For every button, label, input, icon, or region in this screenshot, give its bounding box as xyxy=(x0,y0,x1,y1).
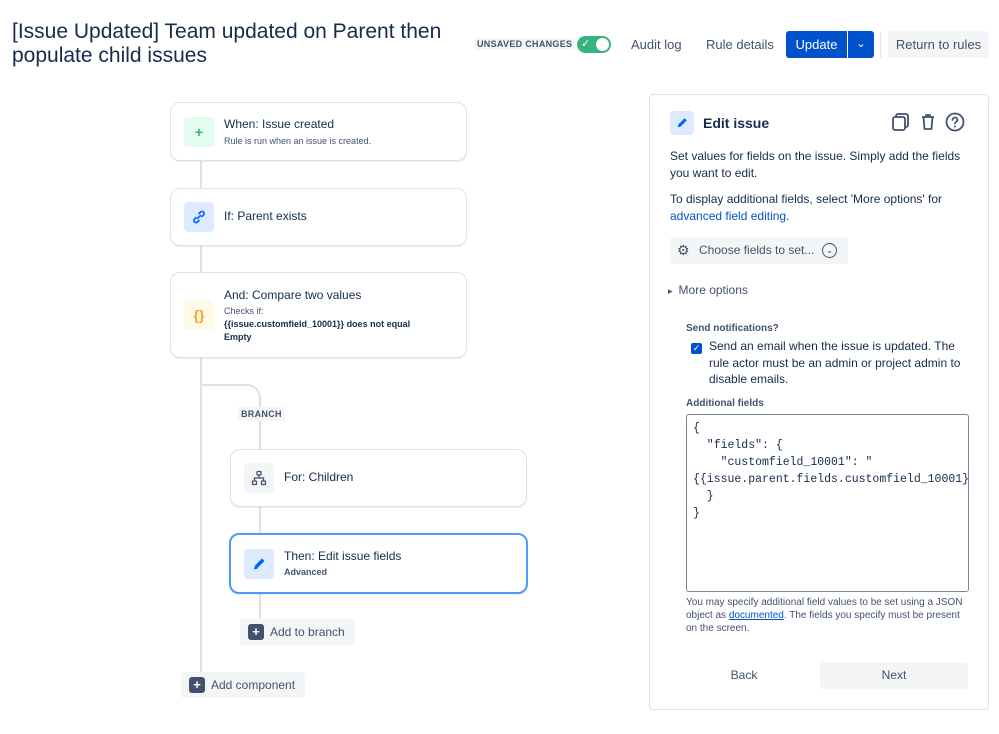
help-icon[interactable] xyxy=(944,111,966,133)
panel-description: Set values for fields on the issue. Simp… xyxy=(670,149,961,180)
connector-line xyxy=(259,592,261,620)
pencil-icon xyxy=(670,111,694,135)
add-component-label: Add component xyxy=(211,678,296,692)
trash-icon[interactable] xyxy=(917,111,939,133)
back-button[interactable]: Back xyxy=(670,662,818,689)
add-to-branch-label: Add to branch xyxy=(270,625,345,639)
rule-details-button[interactable]: Rule details xyxy=(696,31,784,58)
connector-line xyxy=(259,506,261,534)
display-text-2: . xyxy=(786,208,790,223)
chevron-right-icon: ▸ xyxy=(668,286,673,296)
branch-title: For: Children xyxy=(284,470,354,484)
compare-checks-value: {{issue.customfield_10001}} does not equ… xyxy=(224,319,411,329)
panel-title: Edit issue xyxy=(703,115,770,131)
check-icon: ✓ xyxy=(581,38,591,50)
header-divider xyxy=(880,31,881,58)
toggle-knob xyxy=(596,38,609,51)
plus-icon: + xyxy=(248,624,264,640)
action-title: Then: Edit issue fields xyxy=(284,549,402,563)
plus-icon: + xyxy=(189,677,205,693)
page-title: [Issue Updated] Team updated on Parent t… xyxy=(12,20,442,67)
additional-fields-help: You may specify additional field values … xyxy=(686,596,972,635)
send-notifications-checkbox[interactable]: ✓ xyxy=(691,343,702,354)
display-fields-text: To display additional fields, select 'Mo… xyxy=(670,191,970,224)
chevron-down-icon: ⌄ xyxy=(822,243,837,258)
link-icon xyxy=(184,202,214,232)
display-text-1: To display additional fields, select 'Mo… xyxy=(670,192,943,206)
more-options-toggle[interactable]: ▸ More options xyxy=(668,283,748,297)
duplicate-icon[interactable] xyxy=(890,111,912,133)
curly-braces-icon: {} xyxy=(184,300,214,330)
choose-fields-label: Choose fields to set... xyxy=(699,243,815,257)
more-options-label: More options xyxy=(678,283,748,297)
branch-card[interactable]: For: Children xyxy=(230,449,527,507)
trigger-title: When: Issue created xyxy=(224,117,335,131)
documented-link[interactable]: documented xyxy=(729,610,784,621)
update-button[interactable]: Update xyxy=(786,31,847,58)
send-notifications-label: Send notifications? xyxy=(686,323,779,334)
rule-enabled-toggle[interactable]: ✓ xyxy=(577,36,611,53)
edit-issue-action-card[interactable]: Then: Edit issue fields Advanced xyxy=(229,533,528,594)
action-subtitle: Advanced xyxy=(284,567,328,577)
trigger-subtitle: Rule is run when an issue is created. xyxy=(224,136,372,146)
connector-line xyxy=(259,420,261,450)
edit-issue-panel: Edit issue Set values for fields on the … xyxy=(649,94,989,710)
compare-condition-card[interactable]: {} And: Compare two values Checks if: {{… xyxy=(170,272,467,358)
add-component-button[interactable]: + Add component xyxy=(181,672,306,698)
branch-label: BRANCH xyxy=(238,407,285,421)
connector-line xyxy=(200,161,202,189)
compare-title: And: Compare two values xyxy=(224,288,362,302)
next-button[interactable]: Next xyxy=(820,662,968,689)
choose-fields-button[interactable]: ⚙ Choose fields to set... ⌄ xyxy=(670,237,848,264)
condition-card[interactable]: If: Parent exists xyxy=(170,188,467,246)
update-options-button[interactable]: ⌄ xyxy=(848,31,874,58)
unsaved-changes-badge: UNSAVED CHANGES xyxy=(474,38,576,50)
connector-line xyxy=(200,245,202,273)
condition-title: If: Parent exists xyxy=(224,209,307,223)
compare-checks-empty: Empty xyxy=(224,332,252,342)
chevron-down-icon: ⌄ xyxy=(856,38,866,50)
audit-log-button[interactable]: Audit log xyxy=(621,31,692,58)
add-to-branch-button[interactable]: + Add to branch xyxy=(240,619,355,645)
trigger-card[interactable]: + When: Issue created Rule is run when a… xyxy=(170,102,467,161)
gear-icon: ⚙ xyxy=(677,242,690,258)
help-text-2: . The fields you specify must be present… xyxy=(686,610,960,634)
additional-fields-editor[interactable]: { "fields": { "customfield_10001": " {{i… xyxy=(686,414,969,592)
additional-fields-label: Additional fields xyxy=(686,398,764,409)
pencil-icon xyxy=(244,549,274,579)
send-notifications-text: Send an email when the issue is updated.… xyxy=(709,339,961,386)
hierarchy-icon xyxy=(244,463,274,493)
plus-icon: + xyxy=(184,117,214,147)
return-to-rules-button[interactable]: Return to rules xyxy=(888,31,989,58)
advanced-field-editing-link[interactable]: advanced field editing xyxy=(670,209,786,223)
compare-checks-label: Checks if: xyxy=(224,306,264,316)
